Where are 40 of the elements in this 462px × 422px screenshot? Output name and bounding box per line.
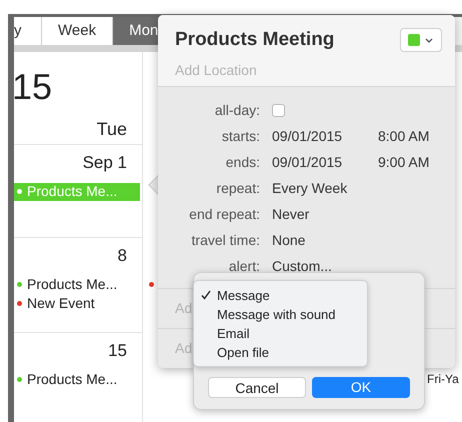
field-label: repeat: (215, 178, 260, 198)
calendar-color-picker[interactable] (400, 28, 442, 52)
day-header: Tue (96, 118, 127, 141)
event-title: New Event (27, 294, 95, 313)
year-text: 15 (12, 69, 52, 105)
menu-item[interactable]: Email (194, 324, 367, 343)
field-label: ends: (224, 152, 260, 172)
calendar-event[interactable]: Products Me... (14, 276, 142, 294)
field-value[interactable]: None (272, 230, 306, 250)
calendar-event[interactable]: New Event (14, 294, 142, 312)
all-day-checkbox[interactable] (272, 104, 285, 116)
field-label: all-day: (214, 100, 260, 120)
date-label: 8 (118, 245, 127, 267)
event-title: Products Me... (27, 275, 118, 294)
menu-item[interactable]: Open file (194, 343, 367, 362)
time-value[interactable]: 8:00 AM (378, 126, 430, 146)
field-label: alert: (228, 256, 260, 276)
date-label: 15 (108, 340, 127, 362)
event-title: Products Meeting (175, 28, 334, 52)
field-value[interactable]: Every Week (272, 178, 348, 198)
event-title: Products Me... (27, 182, 118, 201)
cancel-button[interactable]: Cancel (208, 377, 306, 398)
calendar-event[interactable]: Products Me... (14, 370, 142, 388)
event-title: Fri-Ya (427, 371, 459, 388)
chevron-down-icon (425, 38, 433, 43)
time-value[interactable]: 9:00 AM (378, 152, 430, 172)
date-value[interactable]: 09/01/2015 (272, 152, 378, 172)
menu-item[interactable]: Message (194, 286, 367, 305)
ok-button[interactable]: OK (312, 377, 410, 398)
view-tab[interactable]: y (14, 17, 42, 45)
field-value[interactable]: Never (272, 204, 310, 224)
field-label: starts: (220, 126, 260, 146)
date-value[interactable]: 09/01/2015 (272, 126, 378, 146)
event-title: Products Me... (27, 370, 118, 389)
date-label: Sep 1 (82, 152, 127, 174)
view-tab[interactable]: Week (42, 17, 114, 45)
menu-item[interactable]: Message with sound (194, 305, 367, 324)
location-field[interactable]: Add Location (175, 60, 375, 80)
field-label: end repeat: (188, 204, 260, 224)
field-label: travel time: (190, 230, 260, 250)
